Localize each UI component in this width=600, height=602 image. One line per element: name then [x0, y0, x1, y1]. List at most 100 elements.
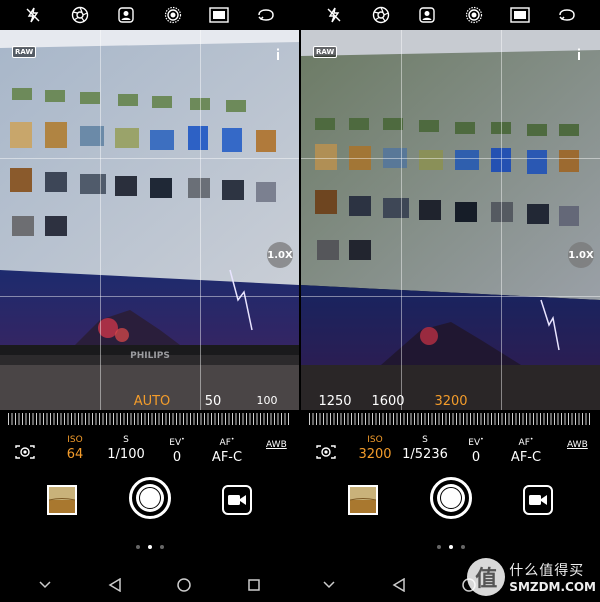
grid-line-v2	[501, 30, 502, 410]
gallery-thumbnail[interactable]	[47, 485, 77, 515]
switch-camera-icon[interactable]	[556, 4, 578, 26]
back-triangle-icon[interactable]	[105, 575, 125, 595]
chevron-down-icon[interactable]	[319, 575, 339, 595]
param-label: AF•	[518, 436, 534, 448]
param-value: 0	[471, 450, 481, 465]
metering-icon[interactable]	[315, 444, 337, 460]
iso-param[interactable]: ISO 64	[67, 434, 84, 464]
chevron-down-icon[interactable]	[35, 575, 55, 595]
watermark-en: SMZDM.COM	[509, 580, 596, 594]
grid-line-h2	[301, 296, 600, 297]
video-mode-button[interactable]	[222, 485, 252, 515]
af-param[interactable]: AF• AF-C	[212, 434, 242, 467]
iso-scale[interactable]: AUTO 50 100	[0, 390, 299, 414]
viewfinder-image: PHILIPS	[0, 30, 299, 410]
info-icon[interactable]	[271, 46, 285, 60]
live-photo-icon[interactable]	[162, 4, 184, 26]
iso-scale-option[interactable]: 3200	[434, 394, 467, 409]
top-toolbar	[0, 0, 299, 30]
pro-params-row: ISO 64 S 1/100 EV• 0 AF• AF-C	[0, 432, 299, 468]
shutter-param[interactable]: S 1/5236	[402, 434, 448, 464]
iso-scale-option[interactable]: AUTO	[134, 394, 171, 409]
page-dot-active	[448, 545, 453, 549]
watermark-cn: 什么值得买	[509, 563, 585, 579]
grid-line-v1	[401, 30, 402, 410]
white-balance-button[interactable]: AWB	[266, 440, 287, 450]
comparison-screenshot: PHILIPS RAW 1.0X AUTO 50 100 ISO 64 S 1/…	[0, 0, 600, 602]
param-value: 3200	[358, 447, 392, 462]
gallery-thumbnail[interactable]	[348, 485, 378, 515]
pro-params-row: ISO 3200 S 1/5236 EV• 0 AF• AF-C	[301, 432, 600, 468]
video-camera-icon	[228, 495, 246, 505]
af-param[interactable]: AF• AF-C	[511, 434, 541, 467]
viewfinder[interactable]: RAW 1.0X	[301, 30, 600, 410]
site-watermark: 值 什么值得买 SMZDM.COM	[467, 558, 596, 596]
camera-panel-left: PHILIPS RAW 1.0X AUTO 50 100 ISO 64 S 1/…	[0, 0, 299, 602]
flash-off-icon[interactable]	[323, 4, 345, 26]
recents-square-icon[interactable]	[244, 575, 264, 595]
iso-slider-ticks[interactable]	[8, 413, 291, 425]
viewfinder[interactable]: PHILIPS RAW 1.0X	[0, 30, 299, 410]
video-mode-button[interactable]	[523, 485, 553, 515]
top-toolbar	[301, 0, 600, 30]
param-value: 1/100	[107, 447, 145, 462]
watermark-logo: 值	[467, 558, 506, 596]
param-value: AF-C	[211, 450, 243, 465]
page-dot	[460, 545, 465, 549]
zoom-button[interactable]: 1.0X	[568, 242, 594, 268]
camera-panel-right: RAW 1.0X 1250 1600 3200 ISO 3200 S 1/523…	[301, 0, 600, 602]
grid-line-h1	[0, 158, 299, 159]
ev-param[interactable]: EV• 0	[169, 434, 184, 467]
page-indicator	[301, 545, 600, 553]
switch-camera-icon[interactable]	[255, 4, 277, 26]
param-label: EV•	[169, 436, 185, 448]
shutter-button[interactable]	[129, 477, 171, 519]
viewfinder-image	[301, 30, 600, 410]
page-dot	[135, 545, 140, 549]
param-value: 64	[66, 447, 84, 462]
back-triangle-icon[interactable]	[389, 575, 409, 595]
monitor-brand-label: PHILIPS	[130, 351, 170, 361]
aperture-icon[interactable]	[69, 4, 91, 26]
video-camera-icon	[529, 495, 547, 505]
white-balance-button[interactable]: AWB	[567, 440, 588, 450]
raw-badge[interactable]: RAW	[313, 46, 338, 58]
shutter-param[interactable]: S 1/100	[107, 434, 144, 464]
flash-off-icon[interactable]	[22, 4, 44, 26]
param-value: 0	[172, 450, 182, 465]
iso-param[interactable]: ISO 3200	[358, 434, 391, 464]
grid-line-v1	[100, 30, 101, 410]
zoom-button[interactable]: 1.0X	[267, 242, 293, 268]
iso-scale-option[interactable]: 50	[205, 394, 222, 409]
film-icon[interactable]	[509, 4, 531, 26]
param-label: S	[422, 435, 428, 445]
home-circle-icon[interactable]	[174, 575, 194, 595]
iso-scale-option[interactable]: 1600	[371, 394, 404, 409]
param-label: ISO	[67, 435, 83, 445]
page-dot	[159, 545, 164, 549]
system-nav-bar	[0, 570, 299, 600]
iso-scale-option[interactable]: 1250	[318, 394, 351, 409]
param-label: AF•	[219, 436, 235, 448]
grid-line-h1	[301, 158, 600, 159]
metering-icon[interactable]	[14, 444, 36, 460]
raw-badge[interactable]: RAW	[12, 46, 37, 58]
param-value: 1/5236	[402, 447, 448, 462]
live-photo-icon[interactable]	[463, 4, 485, 26]
param-label: S	[123, 435, 129, 445]
iso-scale-option[interactable]: 100	[257, 394, 278, 407]
iso-scale[interactable]: 1250 1600 3200	[301, 390, 600, 414]
shutter-button[interactable]	[430, 477, 472, 519]
param-label: ISO	[367, 435, 383, 445]
portrait-icon[interactable]	[115, 4, 137, 26]
portrait-icon[interactable]	[416, 4, 438, 26]
iso-slider-ticks[interactable]	[309, 413, 592, 425]
film-icon[interactable]	[208, 4, 230, 26]
page-dot-active	[147, 545, 152, 549]
ev-param[interactable]: EV• 0	[468, 434, 483, 467]
info-icon[interactable]	[572, 46, 586, 60]
param-value: AF-C	[510, 450, 542, 465]
grid-line-v2	[200, 30, 201, 410]
aperture-icon[interactable]	[370, 4, 392, 26]
param-label: EV•	[468, 436, 484, 448]
